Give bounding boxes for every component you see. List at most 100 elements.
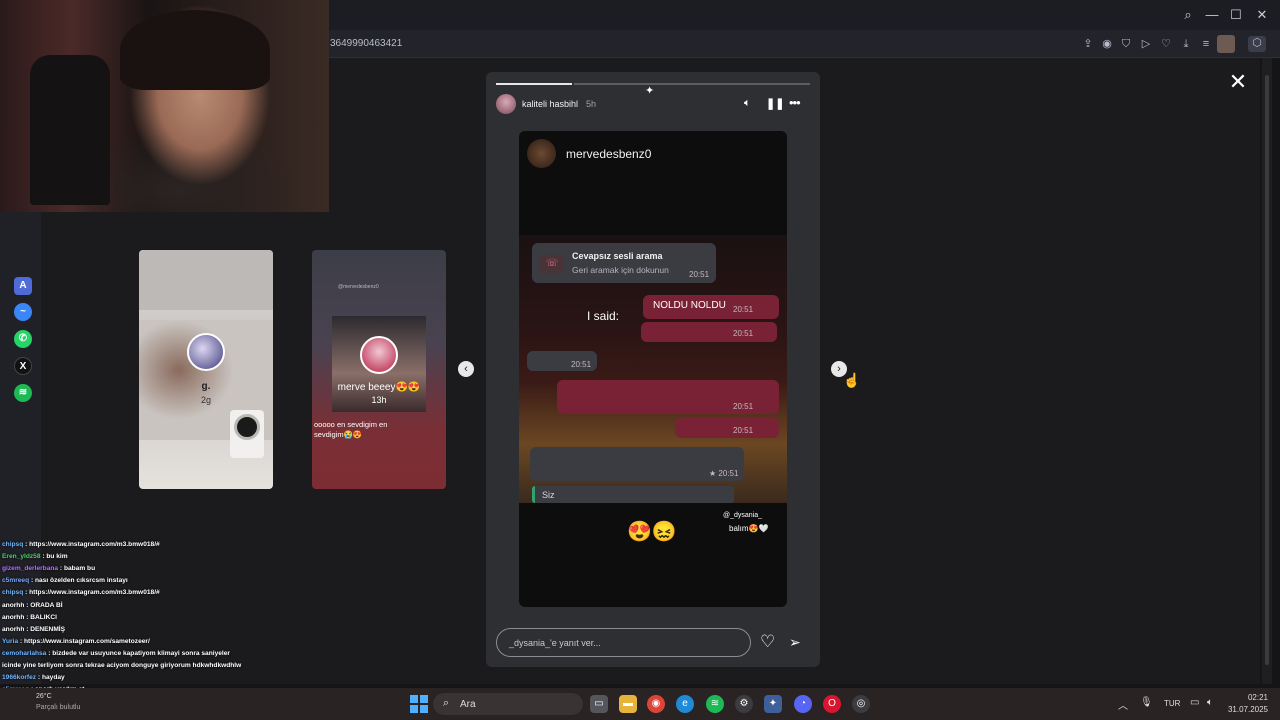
story-progress-track — [574, 83, 810, 85]
app-icon[interactable]: ◎ — [852, 695, 870, 713]
message-time: 20:51 — [733, 426, 754, 435]
caption-text: I said: — [587, 309, 620, 323]
whatsapp-icon[interactable]: ✆ — [14, 330, 32, 348]
discord-icon[interactable]: ◔ — [794, 695, 812, 713]
search-icon: ⌕ — [443, 697, 450, 709]
chat-message: anorhh : DENENMİŞ — [2, 625, 66, 633]
message-text: NOLDU NOLDU — [653, 300, 726, 311]
spotify-icon[interactable]: ≋ — [706, 695, 724, 713]
share-icon[interactable]: ⇪ — [1081, 37, 1095, 51]
menu-icon[interactable]: ≡ — [1199, 37, 1213, 51]
thumbnail-username: merve beeey😍😍 — [337, 382, 421, 393]
chat-text: hayday — [41, 674, 65, 682]
steam-icon[interactable]: ✦ — [764, 695, 782, 713]
chat-username: anorhh — [2, 613, 25, 621]
avatar[interactable] — [496, 94, 516, 114]
shield-icon[interactable]: ⛉ — [1119, 37, 1133, 51]
reply-quote-label: Siz — [542, 490, 555, 500]
thumbnail-username: g. — [201, 381, 211, 392]
avatar — [187, 333, 225, 371]
chat-username: chipsq — [2, 589, 24, 597]
extensions-icon[interactable]: ⬡ — [1248, 36, 1266, 52]
search-icon[interactable]: ⌕ — [1180, 8, 1196, 22]
story-thumbnail[interactable]: @mervedesbenz0 merve beeey😍😍 13h ooooo e… — [312, 250, 446, 489]
chat-username: Eren_yldz58 — [2, 553, 41, 561]
message-time: 20:51 — [733, 329, 754, 338]
webcam-overlay — [0, 0, 329, 212]
taskbar-search[interactable] — [433, 693, 583, 715]
chat-message: icinde yine terliyom sonra tekrae aciyom… — [2, 661, 241, 670]
music-sticker — [230, 410, 264, 458]
inner-username: mervedesbenz0 — [566, 147, 652, 161]
story-thumbnail[interactable]: g. 2g — [139, 250, 273, 489]
messenger-icon[interactable]: ~ — [14, 303, 32, 321]
message-time: 20:51 — [571, 360, 592, 369]
chat-text: https://www.instagram.com/m3.bmw018/# — [29, 541, 160, 548]
previous-story-button[interactable]: ‹ — [458, 361, 474, 377]
chat-username: 1966korfez — [2, 674, 37, 682]
language-indicator[interactable]: TUR — [1164, 699, 1180, 708]
avatar — [360, 336, 398, 374]
chat-message: gizem_derlerbana : babam bu — [2, 565, 96, 573]
chat-username: chipsq — [2, 541, 24, 548]
chat-text: https://www.instagram.com/m3.bmw018/# — [29, 589, 160, 597]
chat-message: anorhh : ORADA Bİ — [2, 601, 63, 609]
microphone-icon[interactable]: 🎙︎ — [1140, 697, 1153, 708]
minimize-button[interactable]: — — [1204, 8, 1220, 22]
speaker-icon[interactable]: 🔈︎ — [1207, 697, 1213, 708]
clock-time[interactable]: 02:21 — [1228, 693, 1268, 702]
more-icon[interactable]: ••• — [789, 95, 801, 110]
chat-overlay-top — [2, 530, 262, 538]
heart-icon[interactable]: ♡ — [760, 632, 775, 652]
play-icon[interactable]: ▷ — [1139, 37, 1153, 51]
send-icon[interactable]: ➢ — [789, 634, 801, 650]
chat-text: bu kim — [46, 553, 68, 561]
opera-icon[interactable]: O — [823, 695, 841, 713]
chat-username: Yuria — [2, 637, 19, 645]
vinyl-icon — [234, 414, 260, 440]
sparkle-icon: ✦ — [645, 85, 655, 97]
x-icon[interactable]: X — [14, 357, 32, 375]
thumbnail-image — [139, 250, 273, 310]
chat-message: Eren_yldz58 : bu kim — [2, 553, 68, 561]
phone-missed-icon: ☏ — [540, 255, 564, 273]
sidebar-app-icon[interactable]: A — [14, 277, 32, 295]
chat-message: chipsq : https://www.instagram.com/m3.bm… — [2, 589, 160, 597]
chat-text: bizdede var usuyunce kapatiyom klimayi s… — [52, 649, 230, 657]
chat-username: cemoharlahsa — [2, 649, 47, 657]
hand-cursor-icon: ☝ — [843, 372, 861, 388]
story-progress-bar — [496, 83, 572, 85]
scrollbar-thumb[interactable] — [1265, 75, 1269, 665]
close-window-button[interactable]: ✕ — [1254, 8, 1270, 22]
spotify-icon[interactable]: ≋ — [14, 384, 32, 402]
message-time: 20:51 — [733, 402, 754, 411]
maximize-button[interactable]: ☐ — [1228, 8, 1244, 22]
download-icon[interactable]: ⤓ — [1179, 37, 1193, 51]
avatar[interactable] — [1217, 35, 1235, 53]
message-time: 20:51 — [689, 270, 710, 279]
heart-icon[interactable]: ♡ — [1159, 37, 1173, 51]
settings-icon[interactable]: ⚙ — [735, 695, 753, 713]
story-author[interactable]: kaliteli hasbihl — [522, 99, 578, 109]
avatar — [527, 139, 556, 168]
pause-icon[interactable]: ❚❚ — [766, 97, 784, 110]
clock-date[interactable]: 31.07.2025 — [1222, 705, 1268, 714]
chat-message: c5mreeq : nası özelden cıksrcsm instayı — [2, 577, 128, 585]
edge-icon[interactable]: e — [676, 695, 694, 713]
volume-icon[interactable]: 🔈︎ — [744, 97, 751, 110]
chrome-icon[interactable]: ◉ — [647, 695, 665, 713]
gaming-chair — [30, 55, 110, 205]
chat-text: ORADA Bİ — [30, 601, 63, 609]
task-view-icon[interactable]: ▭ — [590, 695, 608, 713]
camera-icon[interactable]: ◉ — [1100, 37, 1114, 51]
thumbnail-header: @mervedesbenz0 — [338, 284, 379, 290]
close-icon[interactable]: ✕ — [1227, 71, 1249, 93]
url-text[interactable]: 3649990463421 — [330, 38, 402, 49]
file-explorer-icon[interactable]: ▬ — [619, 695, 637, 713]
chat-text: BALIKCI — [30, 613, 57, 621]
message-bubble — [641, 322, 777, 342]
chevron-up-icon[interactable]: ︿ — [1118, 697, 1128, 712]
network-icon[interactable]: ▭ — [1190, 697, 1199, 708]
windows-start-icon[interactable] — [410, 695, 428, 713]
chat-text: https://www.instagram.com/sametozeer/ — [24, 637, 150, 645]
